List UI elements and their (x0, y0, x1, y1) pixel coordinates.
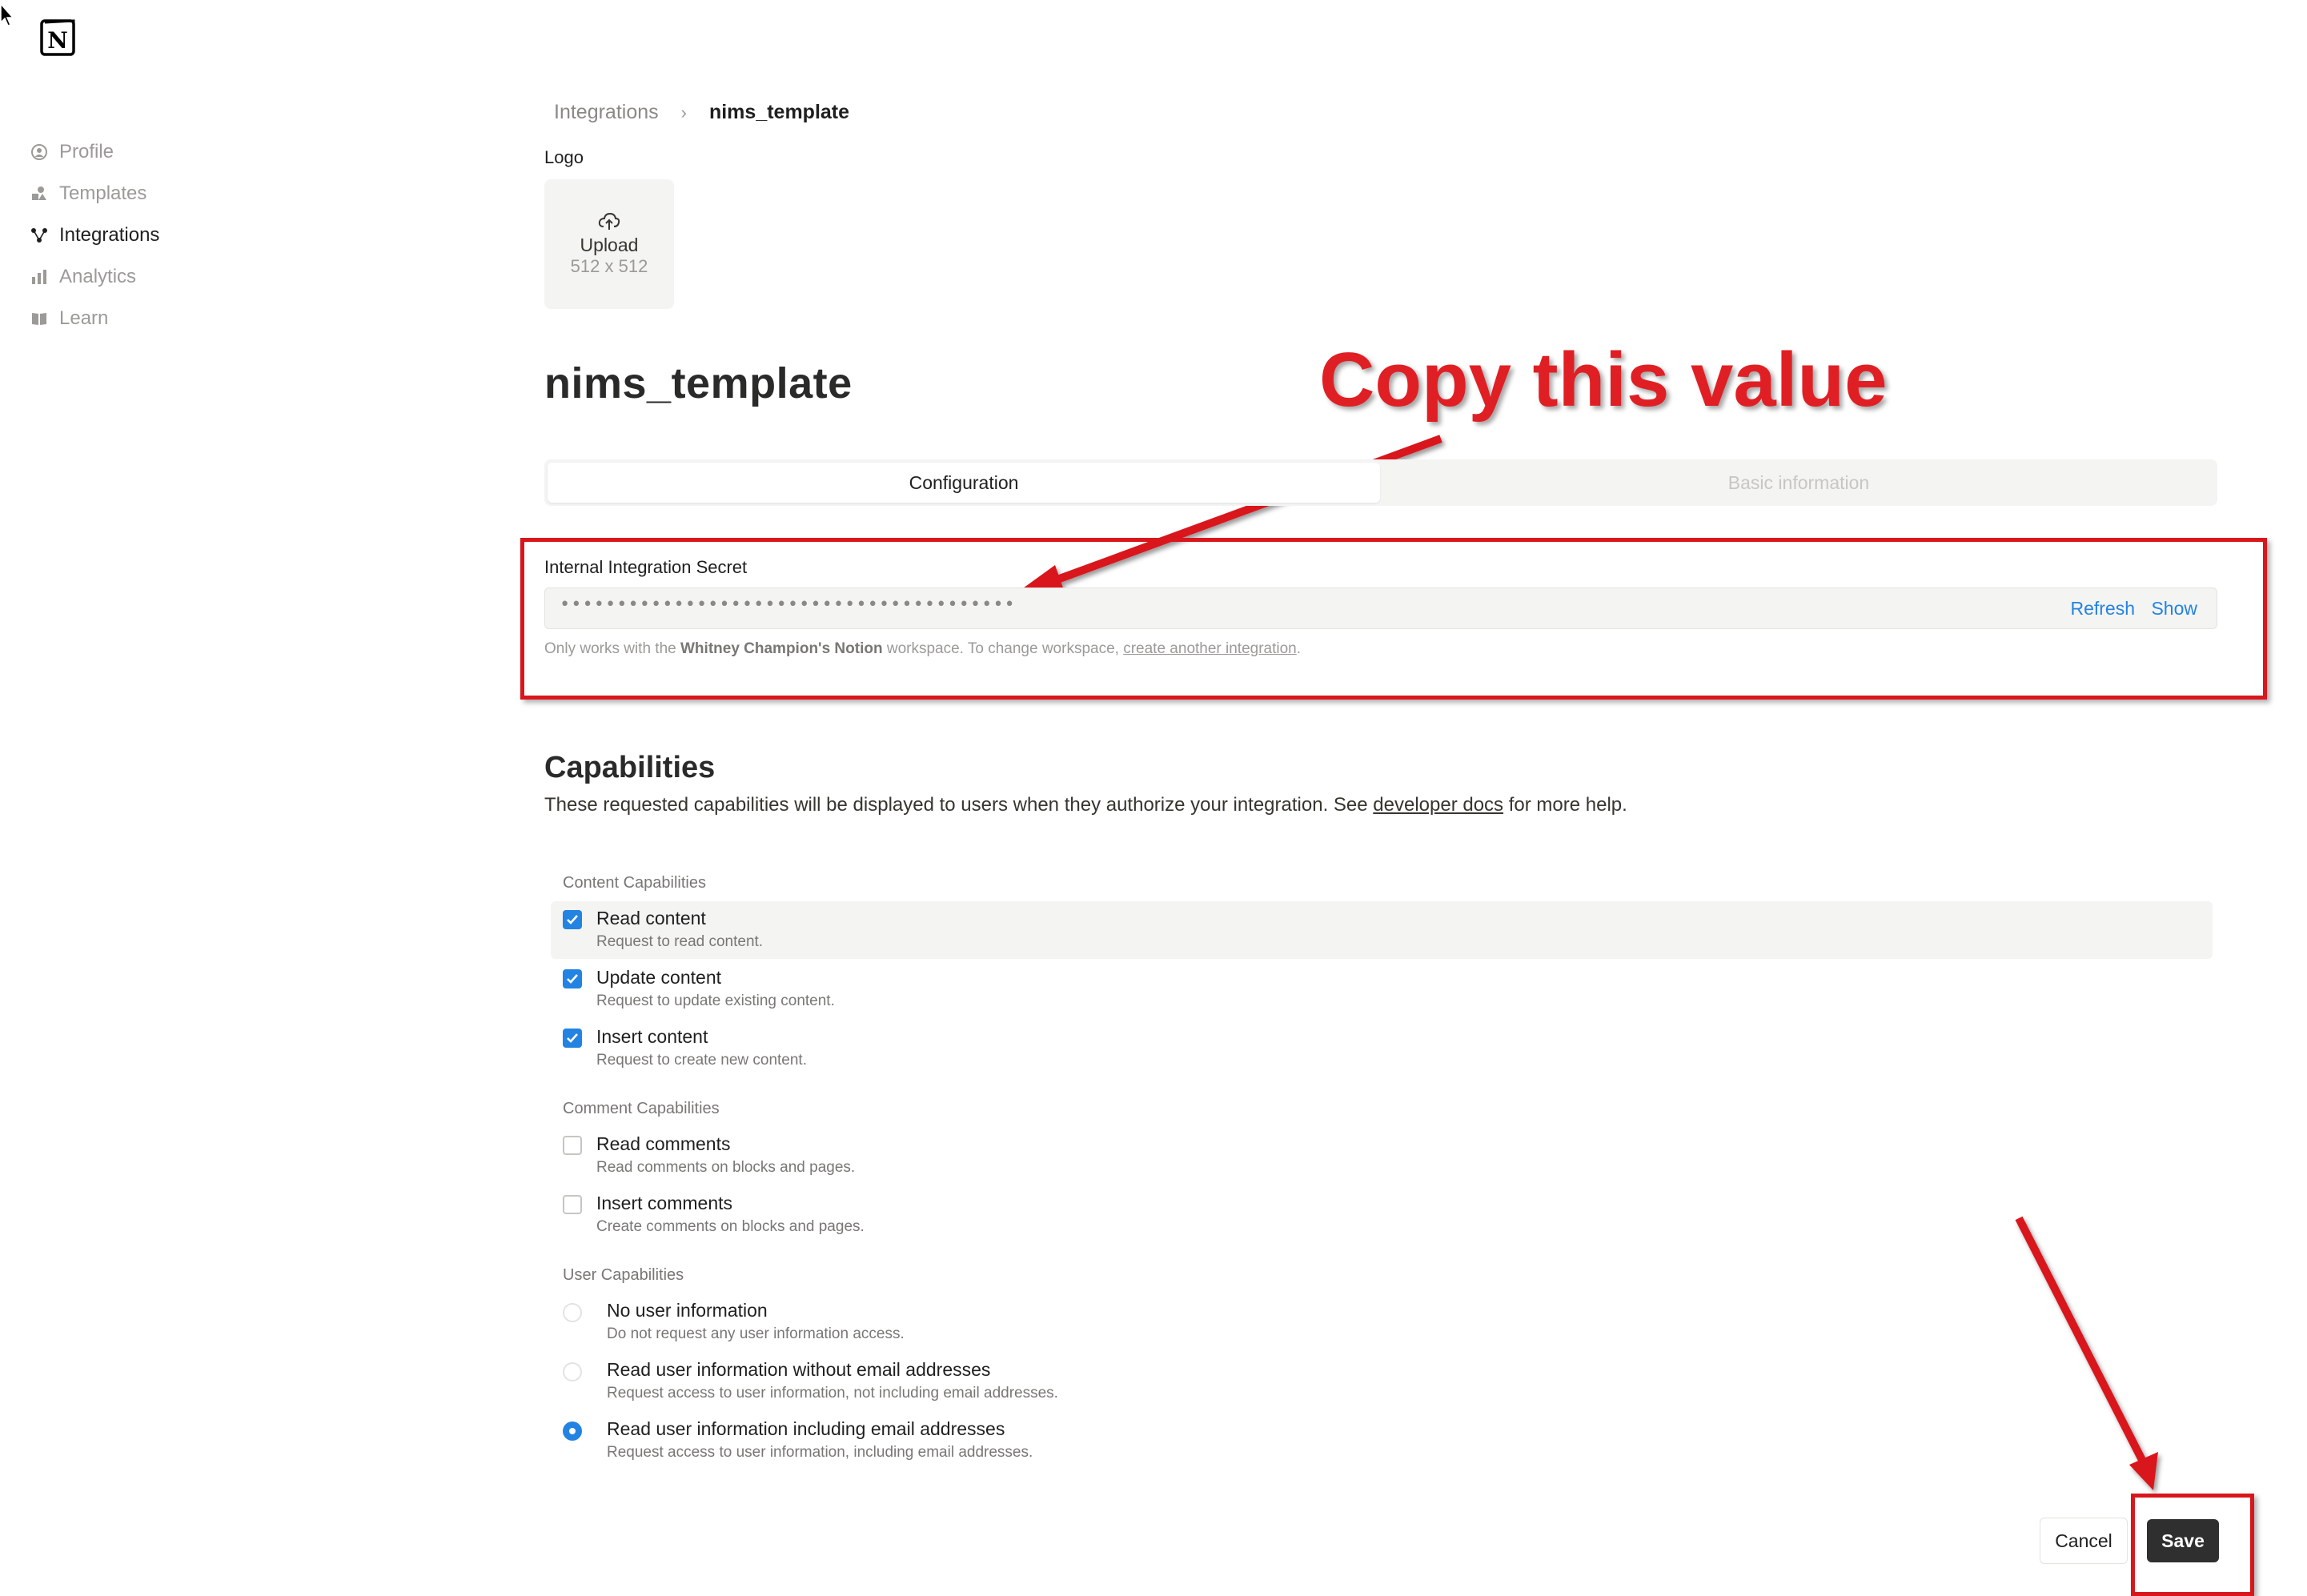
integrations-icon (31, 228, 47, 243)
breadcrumb-current: nims_template (708, 101, 850, 123)
checkmark-icon (567, 1033, 578, 1043)
note-text: . (1296, 640, 1302, 657)
sidebar-item-profile[interactable]: Profile (30, 141, 114, 163)
option-description: Request to read content. (596, 933, 764, 950)
upload-size-hint: 512 x 512 (570, 255, 648, 276)
option-description: Read comments on blocks and pages. (596, 1159, 856, 1176)
capabilities-description: These requested capabilities will be dis… (544, 794, 1627, 816)
book-icon (32, 313, 46, 325)
create-integration-link[interactable]: create another integration (1123, 640, 1297, 657)
content-capabilities-label: Content Capabilities (563, 874, 706, 892)
option-title: Insert content (596, 1026, 708, 1047)
option-title: Read comments (596, 1133, 731, 1154)
radio-button[interactable] (563, 1362, 582, 1381)
option-title: No user information (607, 1300, 768, 1321)
option-description: Create comments on blocks and pages. (596, 1218, 865, 1235)
breadcrumb-integrations-link[interactable]: Integrations (554, 101, 659, 124)
breadcrumb: Integrations › nims_template (554, 101, 849, 124)
sidebar-item-label: Integrations (59, 224, 160, 246)
option-title: Update content (596, 967, 722, 988)
option-title: Read user information including email ad… (607, 1418, 1005, 1439)
svg-text:N: N (47, 27, 68, 54)
note-text: workspace. To change workspace, (882, 640, 1124, 657)
profile-icon (31, 144, 47, 160)
option-title: Read user information without email addr… (607, 1359, 991, 1380)
option-description: Request access to user information, not … (607, 1385, 1058, 1402)
option-description: Request to create new content. (596, 1052, 807, 1069)
sidebar-item-templates[interactable]: Templates (30, 182, 146, 205)
option-description: Do not request any user information acce… (607, 1325, 905, 1342)
page-title: nims_template (544, 359, 853, 407)
checkmark-icon (567, 974, 578, 984)
analytics-icon (32, 270, 46, 284)
secret-field[interactable]: ••••••••••••••••••••••••••••••••••••••••… (544, 587, 2217, 629)
notion-logo-icon[interactable]: N (38, 18, 78, 58)
secret-label: Internal Integration Secret (544, 557, 748, 577)
upload-label: Upload (580, 234, 639, 255)
option-description: Request to update existing content. (596, 992, 835, 1009)
checkbox[interactable] (563, 969, 582, 988)
sidebar-item-analytics[interactable]: Analytics (30, 266, 136, 288)
save-highlight-box (2131, 1494, 2254, 1596)
capabilities-title: Capabilities (544, 751, 716, 784)
checkbox[interactable] (563, 1136, 582, 1155)
sidebar-item-label: Profile (59, 141, 114, 162)
tab-basic-information[interactable]: Basic information (1383, 463, 2214, 503)
sidebar-item-label: Analytics (59, 266, 137, 287)
breadcrumb-chevron-icon: › (680, 102, 687, 122)
sidebar-item-learn[interactable]: Learn (30, 307, 108, 330)
show-button[interactable]: Show (2151, 598, 2197, 620)
developer-docs-link[interactable]: developer docs (1373, 794, 1503, 816)
cloud-upload-icon (598, 212, 620, 230)
option-title: Insert comments (596, 1193, 732, 1213)
desc-text: These requested capabilities will be dis… (544, 794, 1374, 816)
refresh-button[interactable]: Refresh (2070, 598, 2135, 620)
option-title: Read content (596, 908, 706, 928)
comment-capabilities-label: Comment Capabilities (563, 1100, 720, 1117)
note-text: Only works with the (544, 640, 680, 657)
arrow-to-save (2015, 1216, 2148, 1466)
checkbox[interactable] (563, 1195, 582, 1214)
mouse-cursor-icon (0, 3, 14, 26)
radio-button[interactable] (563, 1422, 582, 1441)
cancel-button[interactable]: Cancel (2040, 1518, 2128, 1564)
tab-configuration[interactable]: Configuration (548, 463, 1380, 503)
secret-note: Only works with the Whitney Champion's N… (544, 640, 1301, 658)
annotation-callout: Copy this value (1319, 337, 1888, 423)
radio-button[interactable] (563, 1303, 582, 1322)
tab-bar: Configuration Basic information (544, 459, 2217, 506)
sidebar-item-label: Learn (59, 307, 109, 329)
checkbox[interactable] (563, 910, 582, 929)
desc-text: for more help. (1503, 794, 1627, 816)
sidebar-item-integrations[interactable]: Integrations (30, 224, 159, 247)
user-capabilities-label: User Capabilities (563, 1266, 684, 1284)
note-workspace: Whitney Champion's Notion (680, 640, 883, 657)
option-description: Request access to user information, incl… (607, 1444, 1033, 1461)
checkmark-icon (567, 915, 578, 924)
row-hover-highlight (551, 901, 2213, 959)
templates-icon (32, 186, 46, 200)
checkbox[interactable] (563, 1029, 582, 1048)
secret-masked-value[interactable]: •••••••••••••••••••••••••••••••••••••••• (560, 595, 1016, 615)
sidebar-item-label: Templates (59, 182, 147, 204)
logo-label: Logo (544, 147, 584, 167)
logo-upload-button[interactable]: Upload 512 x 512 (544, 179, 674, 309)
